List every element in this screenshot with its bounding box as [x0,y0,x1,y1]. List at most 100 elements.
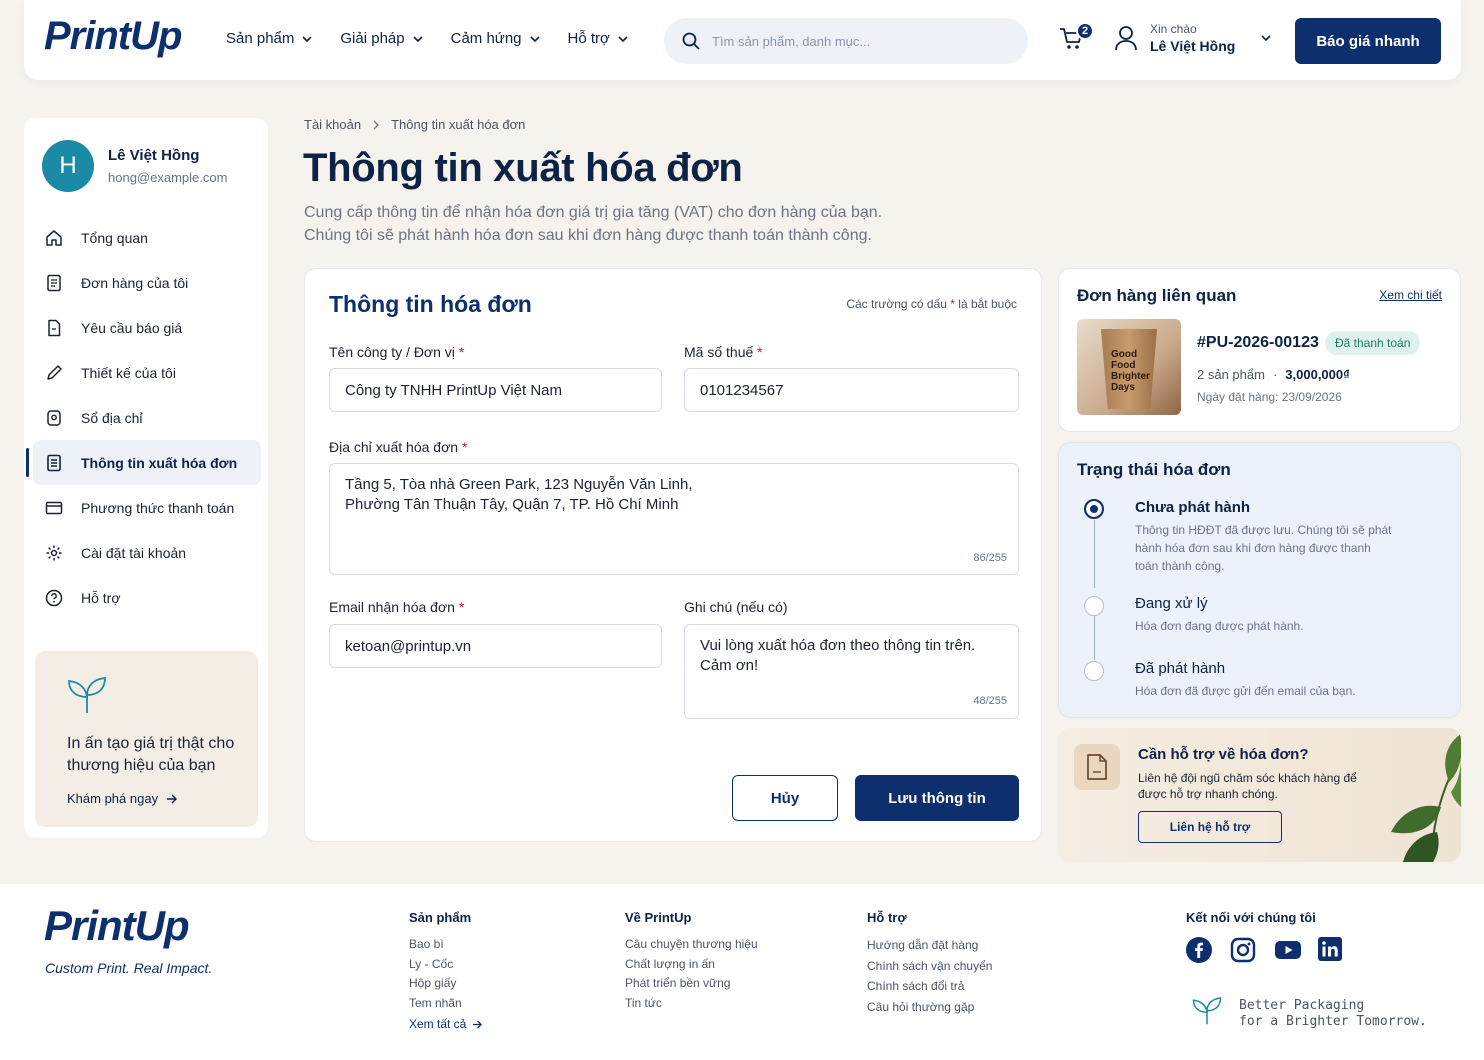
sidebar-menu: Tổng quan Đơn hàng của tôi Yêu cầu báo g… [26,215,261,620]
related-order-card: Đơn hàng liên quan Xem chi tiết Good Foo… [1058,268,1461,432]
card-icon [45,501,63,514]
email-label: Email nhận hóa đơn * [329,599,465,615]
top-header: PrintUp Sản phẩm Giải pháp Cảm hứng Hỗ t… [24,0,1461,80]
tax-code-input[interactable] [684,368,1019,412]
view-order-detail-link[interactable]: Xem chi tiết [1379,288,1442,302]
address-label: Địa chỉ xuất hóa đơn * [329,439,468,455]
footer-link[interactable]: Tin tức [625,994,758,1014]
sidebar-item-help[interactable]: Hỗ trợ [33,575,261,620]
user-menu[interactable]: Xin chào Lê Việt Hồng [1114,22,1271,54]
sidebar-item-designs[interactable]: Thiết kế của tôi [33,350,261,395]
footer-link[interactable]: Chính sách vận chuyển [867,956,992,977]
page-title: Thông tin xuất hóa đơn [303,146,743,190]
gear-icon [46,545,62,560]
timeline-step-desc: Hóa đơn đã được gửi đến email của bạn. [1135,684,1356,698]
invoice-email-input[interactable] [329,624,662,668]
order-meta: 2 sản phẩm · 3,000,000₫ [1197,367,1350,382]
site-footer: PrintUp Custom Print. Real Impact. Sản p… [0,884,1484,1060]
user-icon [1115,26,1137,51]
footer-link[interactable]: Phát triển bền vững [625,974,758,994]
nav-item-support[interactable]: Hỗ trợ [568,30,628,47]
timeline-step-desc: Thông tin HĐĐT đã được lưu. Chúng tôi sẽ… [1135,523,1392,573]
arrow-right-icon [473,1020,483,1029]
avatar: H [42,140,94,192]
sidebar-item-address-book[interactable]: Sổ địa chỉ [33,395,261,440]
order-date: Ngày đặt hàng: 23/09/2026 [1197,390,1342,404]
order-product-image[interactable]: Good Food Brighter Days [1077,319,1181,415]
cart-button[interactable]: 2 [1058,22,1094,52]
timeline-connector [1094,520,1095,588]
timeline-connector [1094,616,1095,660]
chevron-down-icon [413,35,423,42]
footer-link[interactable]: Hướng dẫn đặt hàng [867,935,992,956]
footer-link[interactable]: Chính sách đổi trả [867,976,992,997]
breadcrumb-account[interactable]: Tài khoản [304,117,361,132]
nav-item-solutions[interactable]: Giải pháp [340,30,423,47]
sidebar-item-payment-methods[interactable]: Phương thức thanh toán [33,485,261,530]
instagram-icon[interactable] [1230,937,1256,963]
quick-quote-button[interactable]: Báo giá nhanh [1295,18,1441,64]
footer-view-all-link[interactable]: Xem tất cả [409,1015,483,1035]
footer-about-column: Về PrintUp Câu chuyện thương hiệu Chất l… [625,910,758,1013]
timeline-step-dot [1084,661,1104,681]
save-button[interactable]: Lưu thông tin [855,775,1019,821]
sidebar-item-quotes[interactable]: Yêu cầu báo giá [33,305,261,350]
company-name-input[interactable] [329,368,662,412]
sidebar-item-overview[interactable]: Tổng quan [33,215,261,260]
contact-support-button[interactable]: Liên hệ hỗ trợ [1138,811,1282,843]
quote-icon [48,319,61,336]
address-char-counter: 86/255 [973,552,1007,564]
chevron-down-icon [529,35,540,42]
nav-item-inspiration[interactable]: Cảm hứng [451,30,540,47]
sidebar-item-invoice-info[interactable]: Thông tin xuất hóa đơn [26,440,261,485]
invoice-status-card: Trạng thái hóa đơn Chưa phát hành Thông … [1058,442,1461,718]
facebook-icon[interactable] [1186,937,1212,963]
chevron-right-icon [373,120,380,129]
plant-decoration-icon [1391,734,1461,862]
timeline-step-dot [1084,596,1104,616]
brand-logo[interactable]: PrintUp [44,14,182,59]
pencil-icon [47,364,62,380]
footer-link[interactable]: Ly - Cốc [409,955,483,975]
footer-logo[interactable]: PrintUp [44,902,190,950]
breadcrumb-current: Thông tin xuất hóa đơn [391,117,526,132]
breadcrumb: Tài khoản Thông tin xuất hóa đơn [304,117,525,132]
document-icon [1074,744,1120,790]
leaf-icon [68,677,106,713]
chevron-down-icon [618,35,628,42]
sidebar-item-orders[interactable]: Đơn hàng của tôi [33,260,261,305]
home-icon [46,229,62,246]
footer-link[interactable]: Câu chuyện thương hiệu [625,935,758,955]
main-nav: Sản phẩm Giải pháp Cảm hứng Hỗ trợ [226,30,628,47]
help-title: Cần hỗ trợ về hóa đơn? [1138,746,1309,763]
profile-name: Lê Việt Hồng [108,147,200,164]
social-links [1186,937,1344,963]
cancel-button[interactable]: Hủy [732,775,838,821]
order-code[interactable]: #PU-2026-00123 [1197,334,1319,352]
nav-item-products[interactable]: Sản phẩm [226,30,312,47]
footer-link[interactable]: Hộp giấy [409,974,483,994]
footer-tagline: Custom Print. Real Impact. [45,960,213,976]
footer-link[interactable]: Tem nhãn [409,994,483,1014]
timeline-step-dot-active [1084,499,1104,519]
footer-link[interactable]: Chất lượng in ấn [625,955,758,975]
youtube-icon[interactable] [1274,937,1301,963]
note-textarea[interactable]: Vui lòng xuất hóa đơn theo thông tin trê… [684,624,1019,719]
cup-print-text: Good Food Brighter Days [1111,349,1150,393]
footer-support-column: Hỗ trợ Hướng dẫn đặt hàng Chính sách vận… [867,910,992,1017]
sidebar-item-account-settings[interactable]: Cài đặt tài khoản [33,530,261,575]
promo-explore-link[interactable]: Khám phá ngay [67,791,258,806]
footer-social-column: Kết nối với chúng tôi [1186,910,1344,963]
footer-link[interactable]: Câu hỏi thường gặp [867,997,992,1018]
timeline-step-desc: Hóa đơn đang được phát hành. [1135,619,1304,633]
note-label: Ghi chú (nếu có) [684,599,788,615]
invoice-address-textarea[interactable]: Tầng 5, Tòa nhà Green Park, 123 Nguyễn V… [329,463,1019,575]
user-greeting: Xin chào [1150,22,1197,36]
search-bar [664,18,1028,64]
invoice-form-card: Thông tin hóa đơn Các trường có dấu * là… [304,268,1042,842]
promo-text: In ấn tạo giá trị thật cho thương hiệu c… [67,735,235,774]
footer-link[interactable]: Bao bì [409,935,483,955]
invoice-help-card: Cần hỗ trợ về hóa đơn? Liên hệ đội ngũ c… [1058,728,1461,862]
search-input[interactable] [712,33,1002,49]
linkedin-icon[interactable] [1318,937,1344,963]
